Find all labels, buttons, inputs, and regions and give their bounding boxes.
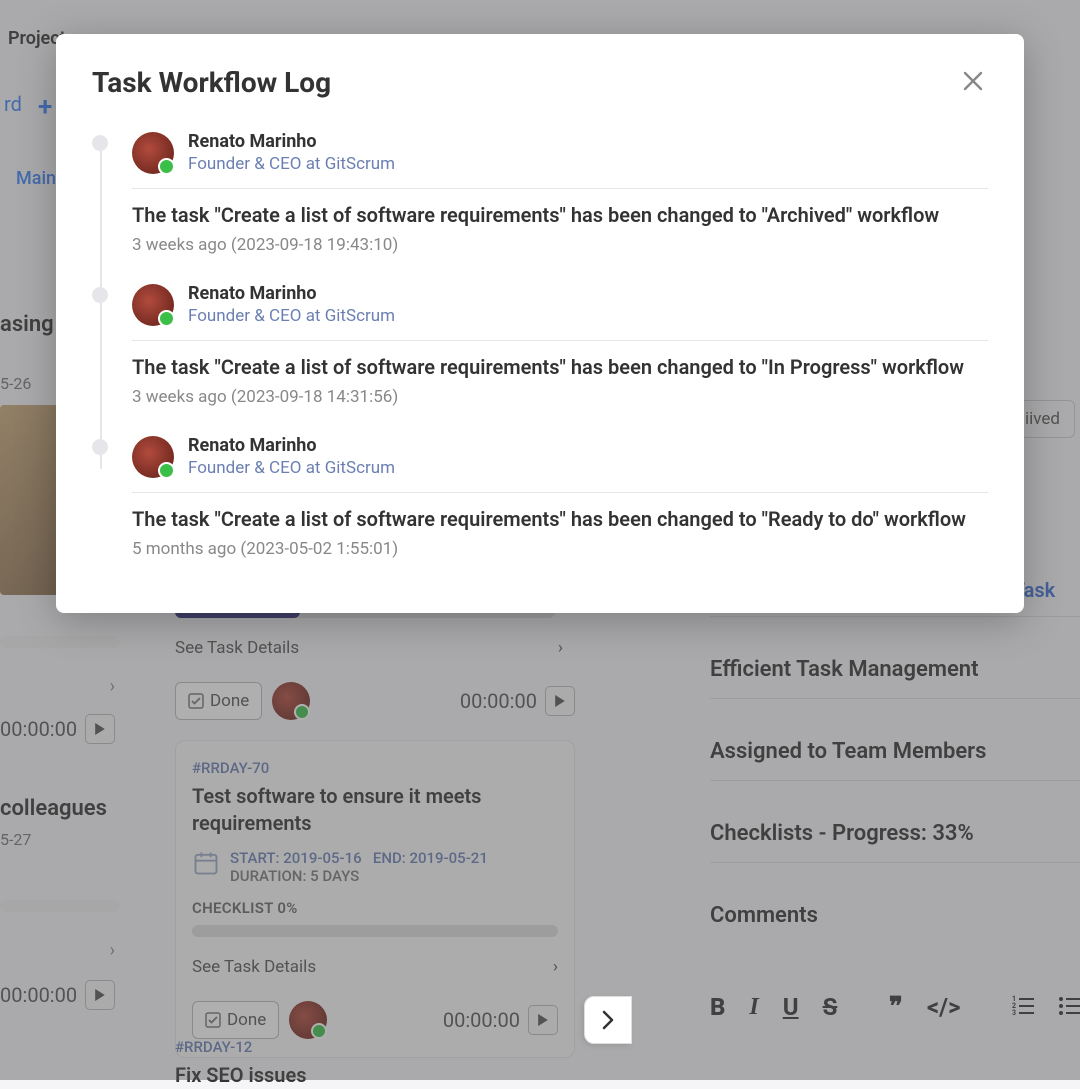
play-icon[interactable] [85, 714, 115, 744]
done-label: Done [210, 691, 249, 711]
quote-icon[interactable]: ❞ [889, 992, 903, 1022]
left-card-progress [0, 636, 120, 648]
left-card-date: 5-26 [0, 374, 31, 393]
log-user-role: Founder & CEO at GitScrum [188, 154, 395, 174]
timer-value: 00:00:00 [443, 1008, 520, 1032]
timeline-dot-icon [92, 439, 108, 455]
task-title: Fix SEO issues [175, 1062, 575, 1089]
user-avatar[interactable] [132, 436, 174, 478]
user-avatar[interactable] [132, 284, 174, 326]
play-icon[interactable] [85, 980, 115, 1010]
user-avatar[interactable] [132, 132, 174, 174]
add-board-button[interactable]: + [38, 92, 52, 122]
chevron-right-icon: › [553, 957, 558, 977]
timeline-dot-icon [92, 135, 108, 151]
scroll-right-button[interactable] [584, 996, 632, 1044]
checkbox-icon [205, 1012, 221, 1028]
play-icon[interactable] [545, 686, 575, 716]
log-timestamp: 3 weeks ago (2023-09-18 14:31:56) [132, 387, 988, 407]
board-label-fragment: rd [4, 92, 22, 116]
log-entry: Renato Marinho Founder & CEO at GitScrum… [132, 283, 988, 407]
log-user-name: Renato Marinho [188, 283, 395, 304]
left-card2-title: colleagues [0, 796, 107, 821]
assignee-avatar[interactable] [272, 682, 310, 720]
timer-value: 00:00:00 [460, 689, 537, 713]
log-entry: Renato Marinho Founder & CEO at GitScrum… [132, 131, 988, 255]
checklist-progress [192, 925, 558, 937]
svg-text:3: 3 [1012, 1009, 1016, 1015]
log-user-name: Renato Marinho [188, 131, 395, 152]
italic-icon[interactable]: I [749, 994, 758, 1021]
task-card-peek[interactable]: #RRDAY-12 Fix SEO issues [175, 1038, 575, 1089]
log-message: The task "Create a list of software requ… [132, 203, 988, 227]
log-timestamp: 3 weeks ago (2023-09-18 19:43:10) [132, 235, 988, 255]
log-timeline: Renato Marinho Founder & CEO at GitScrum… [92, 131, 988, 559]
log-entry: Renato Marinho Founder & CEO at GitScrum… [132, 435, 988, 559]
task-card[interactable]: #RRDAY-70 Test software to ensure it mee… [175, 740, 575, 1058]
checkbox-icon [188, 693, 204, 709]
calendar-icon [192, 849, 220, 877]
section-task-management[interactable]: Efficient Task Management [710, 657, 1080, 699]
done-label: Done [227, 1010, 266, 1030]
log-user-role: Founder & CEO at GitScrum [188, 458, 395, 478]
bold-icon[interactable]: B [710, 993, 725, 1021]
task-dates: START: 2019-05-16 END: 2019-05-21 DURATI… [230, 849, 488, 885]
log-message: The task "Create a list of software requ… [132, 355, 988, 379]
left-card2-date: 5-27 [0, 830, 31, 849]
modal-title: Task Workflow Log [92, 66, 331, 99]
editor-toolbar: B I U S ❞ </> 123 [710, 992, 1080, 1022]
see-details-label: See Task Details [175, 638, 299, 658]
workflow-log-modal: Task Workflow Log Renato Marinho Founder… [56, 34, 1024, 613]
close-icon[interactable] [958, 66, 988, 101]
log-timestamp: 5 months ago (2023-05-02 1:55:01) [132, 539, 988, 559]
see-details-label: See Task Details [192, 957, 316, 977]
bullet-list-icon[interactable] [1058, 993, 1080, 1021]
timeline-dot-icon [92, 287, 108, 303]
checklist-label: CHECKLIST 0% [192, 899, 558, 917]
task-id: #RRDAY-70 [192, 759, 558, 777]
left-card2-expand[interactable]: › [0, 930, 115, 970]
timer-value: 00:00:00 [0, 983, 77, 1007]
log-user-role: Founder & CEO at GitScrum [188, 306, 395, 326]
left-card-timer-row: 00:00:00 [0, 714, 115, 744]
chevron-right-icon: › [558, 638, 563, 658]
section-comments[interactable]: Comments [710, 903, 1080, 944]
task-id: #RRDAY-12 [175, 1038, 575, 1056]
underline-icon[interactable]: U [783, 993, 799, 1021]
play-icon[interactable] [528, 1005, 558, 1035]
timer-value: 00:00:00 [0, 717, 77, 741]
left-card2-timer-row: 00:00:00 [0, 980, 115, 1010]
left-card-expand[interactable]: › [0, 666, 115, 706]
strike-icon[interactable]: S [823, 993, 838, 1021]
code-icon[interactable]: </> [927, 993, 961, 1021]
done-button[interactable]: Done [175, 682, 262, 720]
log-user-name: Renato Marinho [188, 435, 395, 456]
done-button[interactable]: Done [192, 1001, 279, 1039]
task-title: Test software to ensure it meets require… [192, 783, 558, 837]
section-checklists[interactable]: Checklists - Progress: 33% [710, 821, 1080, 863]
see-details-row[interactable]: See Task Details › [192, 957, 558, 977]
assignee-avatar[interactable] [289, 1001, 327, 1039]
section-assigned[interactable]: Assigned to Team Members [710, 739, 1080, 781]
log-message: The task "Create a list of software requ… [132, 507, 988, 531]
left-card2-progress [0, 900, 120, 912]
ordered-list-icon[interactable]: 123 [1012, 993, 1034, 1021]
see-details-row[interactable]: See Task Details › [175, 638, 575, 658]
